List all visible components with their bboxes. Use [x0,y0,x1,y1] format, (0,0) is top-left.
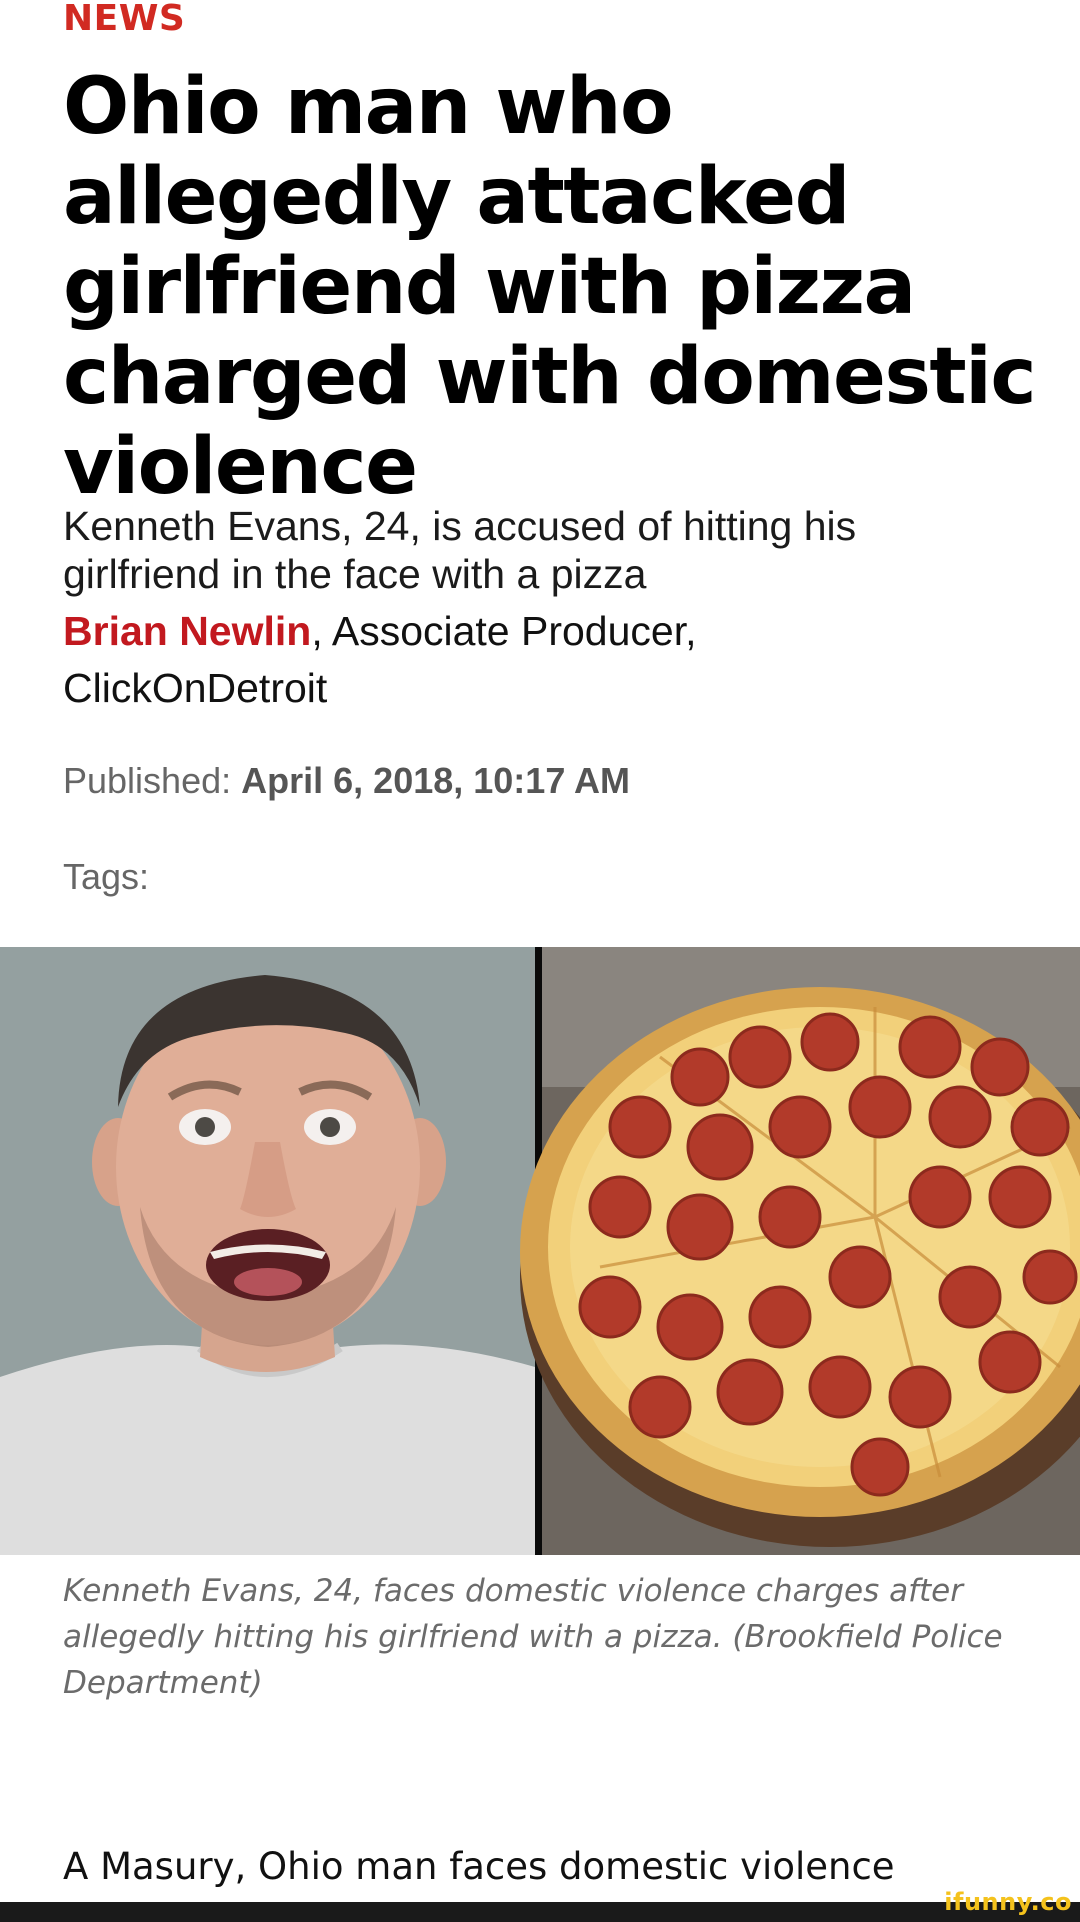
section-label[interactable]: NEWS [63,0,185,39]
bottom-bar [0,1902,1080,1922]
byline: Brian Newlin, Associate Producer, ClickO… [63,603,1023,717]
author-role: , Associate Producer, [311,608,697,654]
tags-label: Tags: [63,856,150,897]
outlet-name: ClickOnDetroit [63,665,328,711]
article-photo [0,947,1080,1555]
author-link[interactable]: Brian Newlin [63,608,311,654]
ifunny-watermark: ifunny.co [944,1888,1072,1916]
mugshot-image [0,947,535,1555]
article-body: A Masury, Ohio man faces domestic violen… [63,1845,895,1888]
published-label: Published: [63,760,232,801]
pizza-image [520,947,1080,1555]
image-caption: Kenneth Evans, 24, faces domestic violen… [63,1573,1003,1701]
article-subheadline: Kenneth Evans, 24, is accused of hitting… [63,503,857,597]
published-info: Published: April 6, 2018, 10:17 AM [63,760,630,802]
article-headline: Ohio man who allegedly attacked girlfrie… [63,62,1037,512]
published-date: April 6, 2018, 10:17 AM [241,760,630,801]
